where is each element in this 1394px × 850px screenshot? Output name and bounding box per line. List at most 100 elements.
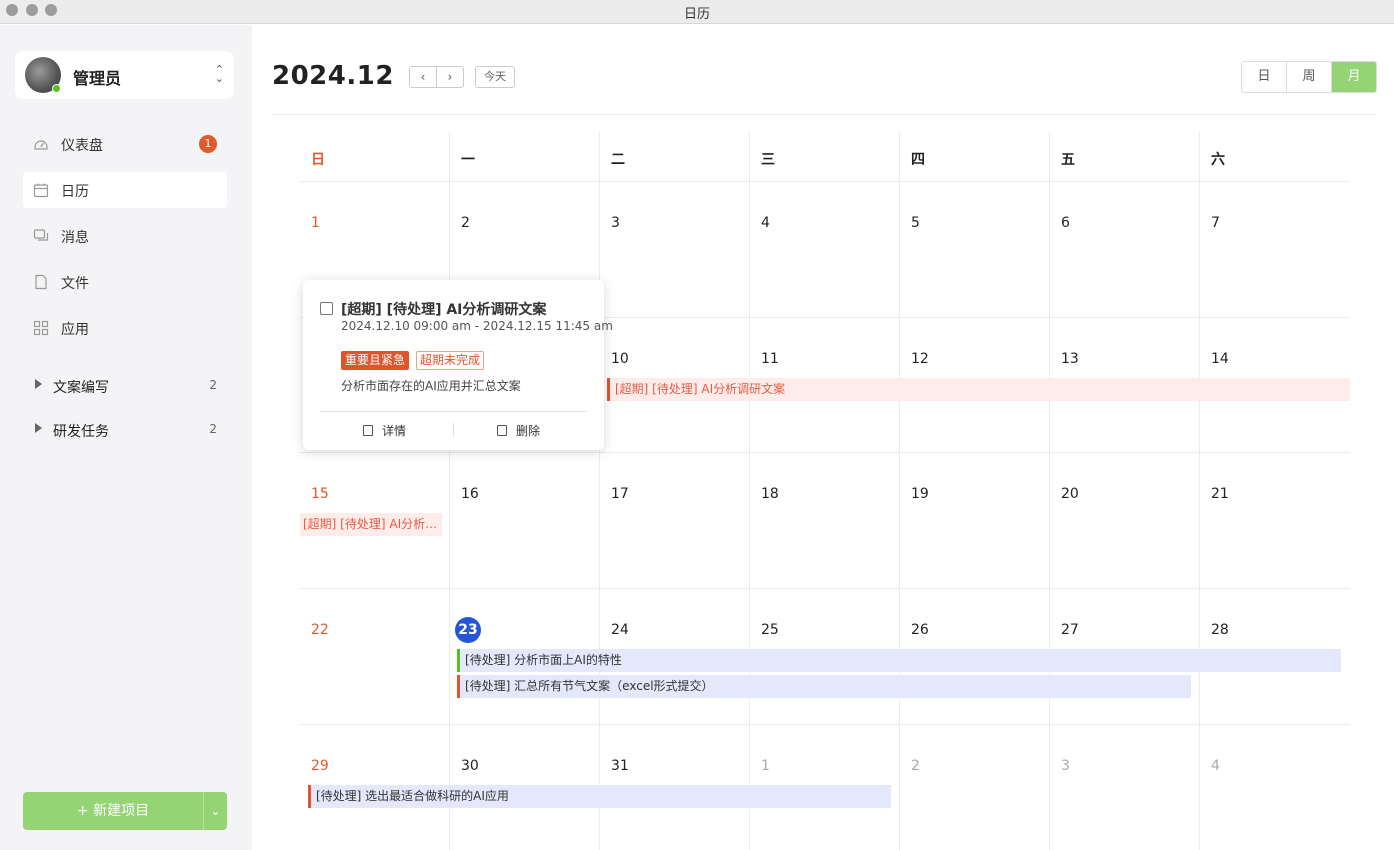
detail-button[interactable]: 详情 <box>363 422 406 439</box>
weekday-header: 六 <box>1211 152 1225 168</box>
dashboard-icon <box>34 140 48 150</box>
message-icon <box>33 229 49 241</box>
window-title: 日历 <box>683 7 710 22</box>
day-number[interactable]: 2 <box>911 758 920 774</box>
sidebar-item-dashboard[interactable]: 仪表盘 1 <box>23 126 227 162</box>
day-number[interactable]: 3 <box>611 215 620 231</box>
sidebar-item-label: 消息 <box>61 230 89 246</box>
grid-line <box>599 132 600 850</box>
today-button[interactable]: 今天 <box>475 66 515 88</box>
notification-badge: 1 <box>199 135 217 153</box>
overdue-tag: 超期未完成 <box>416 351 485 370</box>
project-group-label: 文案编写 <box>53 380 109 396</box>
grid-line <box>300 452 1350 453</box>
month-title: 2024.12 <box>272 61 394 91</box>
day-number[interactable]: 28 <box>1211 622 1229 638</box>
day-number[interactable]: 4 <box>1211 758 1220 774</box>
sidebar-item-label: 应用 <box>61 322 89 338</box>
grid-line <box>300 181 1350 182</box>
day-number[interactable]: 5 <box>911 215 920 231</box>
event-popover: [超期] [待处理] AI分析调研文案 2024.12.10 09:00 am … <box>303 280 613 450</box>
calendar-event[interactable]: [超期] [待处理] AI分析调研文案 <box>607 378 1350 401</box>
delete-label: 删除 <box>516 424 541 438</box>
next-month-button[interactable]: › <box>436 67 463 87</box>
day-number[interactable]: 27 <box>1061 622 1079 638</box>
month-calendar: 日 一 二 三 四 五 六 1 2 3 4 5 6 7 8 9 10 11 12… <box>300 132 1350 850</box>
user-switcher[interactable]: 管理员 ⌃ ⌄ <box>15 51 234 99</box>
header-divider <box>272 114 1377 115</box>
grid-line <box>449 132 450 850</box>
grid-line <box>749 132 750 850</box>
day-number[interactable]: 22 <box>311 622 329 638</box>
chevron-updown-icon: ⌃ ⌄ <box>214 63 224 85</box>
day-number[interactable]: 17 <box>611 486 629 502</box>
month-navigation: ‹ › <box>409 66 464 88</box>
calendar-event[interactable]: [待处理] 选出最适合做科研的AI应用 <box>308 785 891 808</box>
weekday-header: 一 <box>461 152 475 168</box>
day-number[interactable]: 24 <box>611 622 629 638</box>
project-group-copywriting[interactable]: 文案编写 2 <box>23 371 227 401</box>
sidebar-item-calendar[interactable]: 日历 <box>23 172 227 208</box>
calendar-event[interactable]: [超期] [待处理] AI分析调研文案 <box>300 513 442 536</box>
sidebar-item-files[interactable]: 文件 <box>23 264 227 300</box>
calendar-event[interactable]: [待处理] 汇总所有节气文案（excel形式提交） <box>457 675 1191 698</box>
grid-line <box>899 132 900 850</box>
day-number[interactable]: 12 <box>911 351 929 367</box>
popover-title: [超期] [待处理] AI分析调研文案 <box>341 302 547 318</box>
complete-checkbox[interactable] <box>320 302 333 315</box>
day-number[interactable]: 29 <box>311 758 329 774</box>
expand-triangle-icon[interactable] <box>35 423 42 433</box>
day-number[interactable]: 6 <box>1061 215 1070 231</box>
day-number[interactable]: 21 <box>1211 486 1229 502</box>
divider <box>320 411 587 412</box>
day-number[interactable]: 11 <box>761 351 779 367</box>
day-number[interactable]: 14 <box>1211 351 1229 367</box>
sidebar-item-label: 日历 <box>61 184 89 200</box>
day-number[interactable]: 3 <box>1061 758 1070 774</box>
day-number[interactable]: 15 <box>311 486 329 502</box>
sidebar-item-apps[interactable]: 应用 <box>23 310 227 346</box>
view-day-button[interactable]: 日 <box>1242 62 1286 92</box>
user-name: 管理员 <box>73 69 122 88</box>
day-number[interactable]: 20 <box>1061 486 1079 502</box>
project-group-rnd[interactable]: 研发任务 2 <box>23 415 227 445</box>
view-week-button[interactable]: 周 <box>1286 62 1331 92</box>
day-number[interactable]: 19 <box>911 486 929 502</box>
day-number[interactable]: 4 <box>761 215 770 231</box>
day-number[interactable]: 1 <box>311 215 320 231</box>
sidebar-item-messages[interactable]: 消息 <box>23 218 227 254</box>
calendar-event[interactable]: [待处理] 分析市面上AI的特性 <box>457 649 1341 672</box>
day-number[interactable]: 1 <box>761 758 770 774</box>
day-number[interactable]: 30 <box>461 758 479 774</box>
day-number[interactable]: 10 <box>611 351 629 367</box>
day-number[interactable]: 2 <box>461 215 470 231</box>
day-number[interactable]: 16 <box>461 486 479 502</box>
expand-triangle-icon[interactable] <box>35 379 42 389</box>
grid-line <box>1199 132 1200 850</box>
view-month-button[interactable]: 月 <box>1331 62 1376 92</box>
avatar <box>25 57 61 93</box>
day-number[interactable]: 13 <box>1061 351 1079 367</box>
day-number[interactable]: 31 <box>611 758 629 774</box>
day-number[interactable]: 25 <box>761 622 779 638</box>
popover-description: 分析市面存在的AI应用并汇总文案 <box>341 379 521 393</box>
project-group-count: 2 <box>209 422 217 436</box>
day-number[interactable]: 18 <box>761 486 779 502</box>
new-project-button[interactable]: + 新建项目 <box>23 792 203 830</box>
calendar-icon <box>33 183 49 198</box>
delete-button[interactable]: 删除 <box>497 422 540 439</box>
day-number[interactable]: 7 <box>1211 215 1220 231</box>
sidebar: 管理员 ⌃ ⌄ 仪表盘 1 日历 消息 文件 应用 文案编写 2 研发任务 2 +… <box>0 25 252 850</box>
prev-month-button[interactable]: ‹ <box>410 67 436 87</box>
weekday-header: 四 <box>911 152 925 168</box>
weekday-header: 五 <box>1061 152 1075 168</box>
day-number[interactable]: 26 <box>911 622 929 638</box>
new-project-control: + 新建项目 ⌄ <box>23 792 227 830</box>
project-group-label: 研发任务 <box>53 424 109 440</box>
grid-line <box>1049 132 1050 850</box>
trash-icon <box>497 425 507 436</box>
grid-line <box>300 724 1350 725</box>
chevron-down-icon[interactable]: ⌄ <box>203 792 227 830</box>
sidebar-item-label: 仪表盘 <box>61 138 103 154</box>
today-date-marker[interactable]: 23 <box>455 617 481 643</box>
